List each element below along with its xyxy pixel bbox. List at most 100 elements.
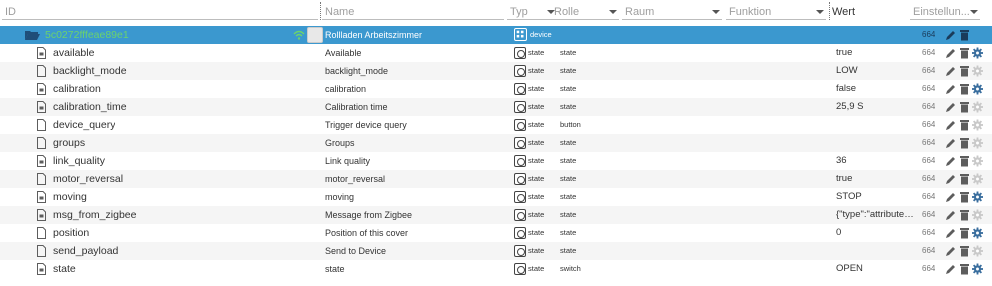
table-row[interactable]: moving moving state state STOP 664 — [0, 188, 992, 206]
state-value[interactable]: false — [836, 80, 916, 98]
state-value[interactable]: OPEN — [836, 260, 916, 278]
trash-icon[interactable] — [959, 137, 970, 149]
type-filter-select[interactable]: Typ — [507, 2, 557, 20]
gear-icon[interactable] — [972, 83, 983, 95]
state-name[interactable]: Available — [325, 44, 505, 62]
table-row[interactable]: backlight_mode backlight_mode state state LO… — [0, 62, 992, 80]
state-value[interactable]: STOP — [836, 188, 916, 206]
table-row[interactable]: available Available state state true 664 — [0, 44, 992, 62]
state-role[interactable]: button — [560, 116, 581, 134]
state-role[interactable]: state — [560, 224, 576, 242]
state-name[interactable]: Link quality — [325, 152, 505, 170]
state-name[interactable]: state — [325, 260, 505, 278]
trash-icon[interactable] — [959, 155, 970, 167]
trash-icon[interactable] — [959, 83, 970, 95]
state-value[interactable]: 25,9 S — [836, 98, 916, 116]
column-resize-handle[interactable] — [829, 2, 830, 20]
state-value[interactable]: {"type":"attributeR... — [836, 206, 916, 224]
state-value[interactable] — [836, 242, 916, 260]
gear-icon[interactable] — [972, 101, 983, 113]
state-name[interactable]: moving — [325, 188, 505, 206]
edit-icon[interactable] — [945, 245, 956, 257]
trash-icon[interactable] — [959, 191, 970, 203]
edit-icon[interactable] — [945, 83, 956, 95]
trash-icon[interactable] — [959, 263, 970, 275]
function-filter-select[interactable]: Funktion — [726, 2, 826, 20]
state-role[interactable]: state — [560, 152, 576, 170]
state-role[interactable]: state — [560, 62, 576, 80]
trash-icon[interactable] — [959, 101, 970, 113]
state-value[interactable] — [836, 116, 916, 134]
gear-icon[interactable] — [972, 263, 983, 275]
table-row[interactable]: groups Groups state state 664 — [0, 134, 992, 152]
state-name[interactable]: backlight_mode — [325, 62, 505, 80]
state-role[interactable]: state — [560, 170, 576, 188]
gear-icon[interactable] — [972, 209, 983, 221]
gear-icon[interactable] — [972, 65, 983, 77]
trash-icon[interactable] — [959, 29, 970, 41]
gear-icon[interactable] — [972, 173, 983, 185]
gear-icon[interactable] — [972, 245, 983, 257]
state-value[interactable] — [836, 134, 916, 152]
edit-icon[interactable] — [945, 101, 956, 113]
state-role[interactable]: state — [560, 44, 576, 62]
edit-icon[interactable] — [945, 65, 956, 77]
edit-icon[interactable] — [945, 209, 956, 221]
edit-icon[interactable] — [945, 119, 956, 131]
table-row[interactable]: position Position of this cover state state… — [0, 224, 992, 242]
state-role[interactable]: state — [560, 98, 576, 116]
edit-icon[interactable] — [945, 137, 956, 149]
table-row[interactable]: msg_from_zigbee Message from Zigbee state s… — [0, 206, 992, 224]
table-row[interactable]: calibration calibration state state false 664 — [0, 80, 992, 98]
edit-icon[interactable] — [945, 263, 956, 275]
state-role[interactable]: state — [560, 206, 576, 224]
trash-icon[interactable] — [959, 173, 970, 185]
table-row[interactable]: link_quality Link quality state state 36 664 — [0, 152, 992, 170]
trash-icon[interactable] — [959, 119, 970, 131]
state-name[interactable]: Trigger device query — [325, 116, 505, 134]
folder-open-icon[interactable] — [25, 30, 40, 40]
table-row[interactable]: motor_reversal motor_reversal state state tr… — [0, 170, 992, 188]
state-role[interactable]: state — [560, 134, 576, 152]
edit-icon[interactable] — [945, 173, 956, 185]
trash-icon[interactable] — [959, 227, 970, 239]
state-name[interactable]: Send to Device — [325, 242, 505, 260]
room-filter-select[interactable]: Raum — [622, 2, 722, 20]
name-filter-input[interactable]: Name — [322, 2, 504, 20]
edit-icon[interactable] — [945, 191, 956, 203]
state-name[interactable]: calibration — [325, 80, 505, 98]
table-row[interactable]: state state state switch OPEN 664 — [0, 260, 992, 278]
gear-icon[interactable] — [972, 227, 983, 239]
trash-icon[interactable] — [959, 209, 970, 221]
state-name[interactable]: Calibration time — [325, 98, 505, 116]
edit-icon[interactable] — [945, 227, 956, 239]
table-row[interactable]: device_query Trigger device query state but… — [0, 116, 992, 134]
state-role[interactable]: state — [560, 242, 576, 260]
state-role[interactable]: state — [560, 80, 576, 98]
state-role[interactable]: switch — [560, 260, 581, 278]
id-filter-input[interactable]: ID — [2, 2, 318, 20]
tree-row-device[interactable]: 5c0272fffeae89e1 Rollladen Arbeitszimmer… — [0, 26, 992, 44]
role-filter-select[interactable]: Rolle — [551, 2, 619, 20]
state-name[interactable]: Groups — [325, 134, 505, 152]
trash-icon[interactable] — [959, 47, 970, 59]
table-row[interactable]: calibration_time Calibration time state sta… — [0, 98, 992, 116]
gear-icon[interactable] — [972, 119, 983, 131]
gear-icon[interactable] — [972, 155, 983, 167]
settings-filter-select[interactable]: Einstellun... — [910, 2, 980, 20]
state-name[interactable]: motor_reversal — [325, 170, 505, 188]
state-name[interactable]: Position of this cover — [325, 224, 505, 242]
state-value[interactable]: LOW — [836, 62, 916, 80]
state-value[interactable]: true — [836, 44, 916, 62]
gear-icon[interactable] — [972, 137, 983, 149]
column-resize-handle[interactable] — [320, 2, 321, 20]
gear-icon[interactable] — [972, 191, 983, 203]
trash-icon[interactable] — [959, 65, 970, 77]
table-row[interactable]: send_payload Send to Device state state 664 — [0, 242, 992, 260]
trash-icon[interactable] — [959, 245, 970, 257]
edit-icon[interactable] — [945, 155, 956, 167]
state-role[interactable]: state — [560, 188, 576, 206]
gear-icon[interactable] — [972, 47, 983, 59]
edit-icon[interactable] — [945, 47, 956, 59]
state-value[interactable]: true — [836, 170, 916, 188]
